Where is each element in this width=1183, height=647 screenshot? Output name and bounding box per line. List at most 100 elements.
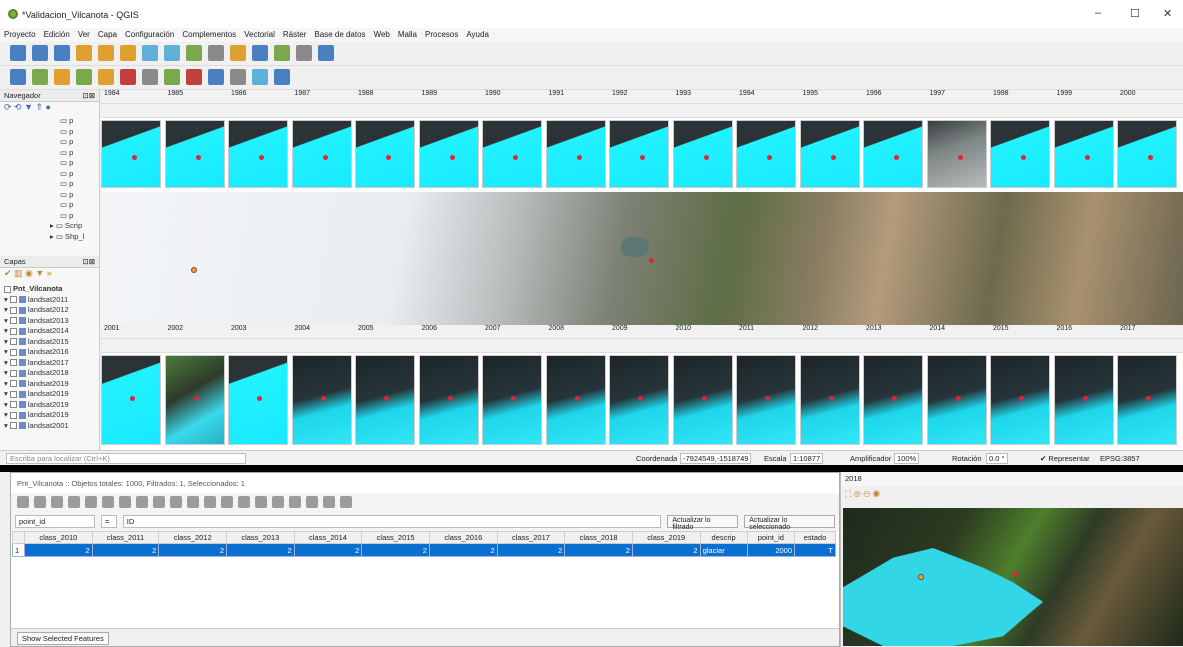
point-marker[interactable] <box>649 258 654 263</box>
browser-item[interactable]: ▸ ▭ Scrip <box>0 221 99 232</box>
column-header[interactable]: class_2014 <box>293 531 363 544</box>
layer-item[interactable]: ▾ landsat2019 <box>0 379 99 390</box>
year-thumbnail-map[interactable] <box>990 120 1050 188</box>
year-thumbnail-map[interactable] <box>926 355 987 445</box>
label-icon[interactable] <box>252 69 268 85</box>
measure-icon[interactable] <box>296 45 312 61</box>
row-number[interactable]: 1 <box>12 543 25 557</box>
table-cell[interactable]: 2000 <box>746 543 796 557</box>
edit-pencil-icon[interactable] <box>98 69 114 85</box>
copy-icon[interactable] <box>136 496 148 508</box>
menu-raster[interactable]: Ráster <box>279 28 311 41</box>
year-thumbnail-map[interactable] <box>545 120 606 188</box>
table-cell[interactable]: 2 <box>631 543 701 557</box>
save-edits-icon[interactable] <box>51 496 63 508</box>
layer-item[interactable]: ▾ landsat2019 <box>0 410 99 421</box>
annotation-icon[interactable] <box>318 45 334 61</box>
close-button[interactable]: ✕ <box>1163 7 1172 20</box>
year-thumbnail-map[interactable] <box>164 120 225 188</box>
browser-item[interactable]: ▭ p <box>0 148 99 159</box>
menu-procesos[interactable]: Procesos <box>421 28 462 41</box>
zoom-strip-top[interactable] <box>101 104 1183 118</box>
layer-item[interactable]: ▾ landsat2011 <box>0 295 99 306</box>
coordinate-field[interactable]: -7924549,-1518749 <box>680 453 752 464</box>
main-map-canvas[interactable] <box>101 192 1183 325</box>
menu-configuracion[interactable]: Configuración <box>121 28 178 41</box>
column-header[interactable]: point_id <box>746 531 796 544</box>
paste-icon[interactable] <box>153 496 165 508</box>
zoom-out-icon[interactable] <box>120 45 136 61</box>
table-cell[interactable]: 2 <box>361 543 430 557</box>
expression-input[interactable]: ID <box>122 514 662 528</box>
inset-toolbar[interactable]: ⛶ ⊕ ⊖ ◉ <box>841 486 1183 506</box>
menu-base-de-datos[interactable]: Base de datos <box>310 28 369 41</box>
browser-item[interactable]: ▭ p <box>0 137 99 148</box>
paste-icon[interactable] <box>186 69 202 85</box>
update-selected-button[interactable]: Actualizar lo seleccionado <box>744 514 835 531</box>
render-checkbox[interactable]: ✔ Representar <box>1040 454 1090 463</box>
table-cell[interactable]: 2 <box>496 543 566 557</box>
year-thumbnail-map[interactable] <box>1117 355 1177 445</box>
invert-selection-icon[interactable] <box>204 496 216 508</box>
year-thumbnail-map[interactable] <box>355 355 415 445</box>
column-header[interactable]: class_2012 <box>158 531 227 544</box>
rotation-field[interactable]: 0.0 ° <box>986 453 1008 464</box>
table-row[interactable]: 1 2 2 2 2 2 2 2 2 2 2 glaciar 2000 T <box>12 543 836 557</box>
field-select[interactable]: point_id <box>15 514 95 528</box>
layer-item[interactable]: ▾ landsat2019 <box>0 389 99 400</box>
undo-icon[interactable] <box>208 69 224 85</box>
column-header[interactable]: class_2019 <box>631 531 701 544</box>
year-thumbnail-map[interactable] <box>228 355 288 445</box>
zoom-full-icon[interactable] <box>142 45 158 61</box>
year-thumbnail-map[interactable] <box>799 355 860 445</box>
table-cell[interactable]: 2 <box>158 543 227 557</box>
column-header[interactable]: class_2018 <box>564 531 633 544</box>
minimize-button[interactable]: – <box>1095 7 1101 19</box>
year-thumbnail-map[interactable] <box>291 120 352 188</box>
layer-item[interactable]: ▾ landsat2014 <box>0 326 99 337</box>
layer-item[interactable]: ▾ landsat2019 <box>0 400 99 411</box>
update-filtered-button[interactable]: Actualizar lo filtrado <box>667 514 739 531</box>
table-cell[interactable]: 2 <box>24 543 93 557</box>
table-cell[interactable]: 2 <box>428 543 498 557</box>
reload-icon[interactable] <box>68 496 80 508</box>
cut-icon[interactable] <box>142 69 158 85</box>
year-thumbnail-map[interactable] <box>545 355 606 445</box>
show-selected-features-button[interactable]: Show Selected Features <box>17 632 109 645</box>
year-thumbnail-map[interactable] <box>863 120 923 188</box>
delete-field-icon[interactable] <box>323 496 335 508</box>
save-project-icon[interactable] <box>54 45 70 61</box>
layer-add-icon[interactable] <box>10 69 26 85</box>
table-cell[interactable]: T <box>794 543 836 557</box>
table-cell[interactable]: 2 <box>91 543 160 557</box>
layer-item[interactable]: ▾ landsat2015 <box>0 337 99 348</box>
layer-item[interactable]: ▾ landsat2001 <box>0 421 99 432</box>
layers-toolbar[interactable]: ✔ ▥ ◉ ▼ » <box>0 268 99 284</box>
browser-item[interactable]: ▭ p <box>0 190 99 201</box>
browser-item[interactable]: ▭ p <box>0 158 99 169</box>
browser-item[interactable]: ▭ p <box>0 179 99 190</box>
menu-edicion[interactable]: Edición <box>40 28 74 41</box>
inset-map-canvas[interactable] <box>843 508 1183 646</box>
identify-icon[interactable] <box>208 45 224 61</box>
menu-proyecto[interactable]: Proyecto <box>0 28 40 41</box>
raster-add-icon[interactable] <box>54 69 70 85</box>
crs-button[interactable]: EPSG:3857 <box>1100 454 1140 463</box>
column-header[interactable]: class_2013 <box>226 531 295 544</box>
year-thumbnail-map[interactable] <box>164 355 225 445</box>
point-marker[interactable] <box>918 574 924 580</box>
year-thumbnail-map[interactable] <box>101 120 161 188</box>
browser-item[interactable]: ▭ p <box>0 127 99 138</box>
column-header[interactable]: class_2015 <box>361 531 430 544</box>
locator-search-input[interactable]: Escriba para localizar (Ctrl+K) <box>6 453 246 464</box>
browser-item[interactable]: ▭ p <box>0 211 99 222</box>
year-thumbnail-map[interactable] <box>863 355 923 445</box>
filter-icon[interactable] <box>238 496 250 508</box>
layer-item[interactable]: ▾ landsat2017 <box>0 358 99 369</box>
multi-edit-icon[interactable] <box>34 496 46 508</box>
column-header[interactable]: class_2016 <box>428 531 498 544</box>
close-icon[interactable]: ⊡⊠ <box>82 257 95 266</box>
table-cell[interactable]: glaciar <box>699 543 748 557</box>
column-header[interactable]: class_2017 <box>496 531 566 544</box>
python-icon[interactable] <box>274 69 290 85</box>
